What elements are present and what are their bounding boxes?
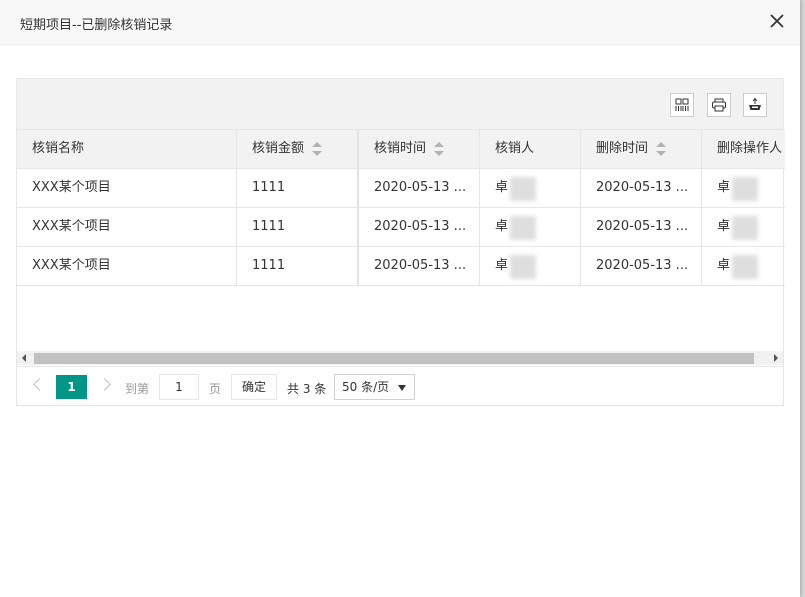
data-table: 核销名称 核销金额 核销时间 核销人 删除时间 删除操作人 XXX某个项目 11…	[16, 78, 785, 406]
cell-delete-operator: 卓	[702, 247, 785, 285]
pagination: 1 到第 页 确定 共 3 条 50 条/页	[17, 366, 783, 406]
table-toolbar	[17, 79, 783, 130]
page-size-select[interactable]: 50 条/页	[334, 374, 415, 400]
dropdown-arrow-icon	[398, 385, 406, 391]
cell-delete-operator: 卓	[702, 169, 785, 207]
cell-delete-operator: 卓	[702, 208, 785, 246]
sort-icon[interactable]	[656, 141, 667, 156]
columns-icon	[675, 98, 689, 111]
column-header-person: 核销人	[480, 130, 581, 168]
goto-page-input[interactable]	[159, 374, 199, 400]
next-page-icon[interactable]	[98, 378, 111, 391]
redacted-mask	[510, 177, 536, 201]
column-header-delete-time[interactable]: 删除时间	[581, 130, 702, 168]
cell-name: XXX某个项目	[17, 208, 237, 246]
cell-person: 卓	[480, 247, 581, 285]
redacted-mask	[510, 255, 536, 279]
cell-amount: 1111	[237, 169, 359, 207]
print-button[interactable]	[707, 93, 731, 117]
table-grid: 核销名称 核销金额 核销时间 核销人 删除时间 删除操作人 XXX某个项目 11…	[17, 130, 785, 350]
redacted-mask	[510, 216, 536, 240]
columns-filter-button[interactable]	[670, 93, 694, 117]
sort-icon[interactable]	[434, 141, 445, 156]
cell-time: 2020-05-13 ...	[359, 247, 480, 285]
print-icon	[712, 98, 726, 112]
redacted-mask	[732, 255, 758, 279]
scroll-left-icon[interactable]	[22, 354, 26, 362]
scroll-right-icon[interactable]	[774, 354, 778, 362]
confirm-button[interactable]: 确定	[231, 374, 277, 400]
table-row[interactable]: XXX某个项目 1111 2020-05-13 ... 卓 2020-05-13…	[17, 247, 785, 286]
cell-person: 卓	[480, 169, 581, 207]
close-icon[interactable]	[768, 12, 786, 30]
cell-time: 2020-05-13 ...	[359, 208, 480, 246]
column-header-time[interactable]: 核销时间	[359, 130, 480, 168]
cell-name: XXX某个项目	[17, 169, 237, 207]
column-header-amount[interactable]: 核销金额	[237, 130, 359, 168]
page-number-current[interactable]: 1	[56, 375, 87, 399]
sort-icon[interactable]	[312, 141, 323, 156]
dialog-title: 短期项目--已删除核销记录	[20, 18, 173, 33]
dialog: 短期项目--已删除核销记录 核销名称 核销金额 核销时间 核销人 删除时间 删除…	[0, 0, 800, 597]
scrollbar-thumb[interactable]	[34, 353, 754, 364]
table-row[interactable]: XXX某个项目 1111 2020-05-13 ... 卓 2020-05-13…	[17, 208, 785, 247]
redacted-mask	[732, 216, 758, 240]
cell-delete-time: 2020-05-13 ...	[581, 247, 702, 285]
horizontal-scrollbar[interactable]	[17, 351, 783, 365]
table-header-row: 核销名称 核销金额 核销时间 核销人 删除时间 删除操作人	[17, 130, 785, 169]
redacted-mask	[732, 177, 758, 201]
total-count: 共 3 条	[287, 382, 327, 396]
cell-person: 卓	[480, 208, 581, 246]
cell-time: 2020-05-13 ...	[359, 169, 480, 207]
cell-amount: 1111	[237, 247, 359, 285]
prev-page-icon[interactable]	[33, 378, 46, 391]
table-row[interactable]: XXX某个项目 1111 2020-05-13 ... 卓 2020-05-13…	[17, 169, 785, 208]
cell-name: XXX某个项目	[17, 247, 237, 285]
column-header-delete-operator: 删除操作人	[717, 141, 783, 156]
column-header-name: 核销名称	[17, 130, 237, 168]
dialog-header: 短期项目--已删除核销记录	[0, 0, 800, 45]
export-icon	[749, 98, 761, 110]
page-unit-label: 页	[209, 382, 222, 396]
goto-label: 到第	[125, 382, 150, 396]
cell-delete-time: 2020-05-13 ...	[581, 169, 702, 207]
export-button[interactable]	[743, 93, 767, 117]
cell-delete-time: 2020-05-13 ...	[581, 208, 702, 246]
cell-amount: 1111	[237, 208, 359, 246]
